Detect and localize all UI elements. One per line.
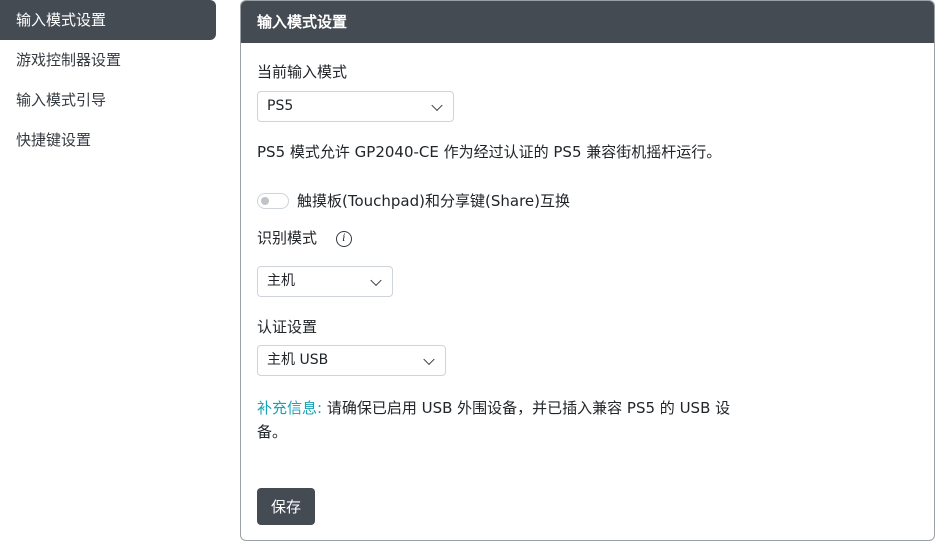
touchpad-share-toggle-label: 触摸板(Touchpad)和分享键(Share)互换 [297, 192, 570, 210]
touchpad-share-switch[interactable] [257, 192, 289, 209]
current-mode-label: 当前输入模式 [257, 63, 348, 81]
info-circle-icon[interactable]: i [335, 230, 352, 247]
identify-mode-label: 识别模式 [257, 229, 318, 247]
current-mode-select[interactable]: PS5 [257, 91, 454, 122]
note-text: 请确保已启用 USB 外围设备，并已插入兼容 PS5 的 USB 设备。 [257, 399, 731, 441]
chevron-down-icon [423, 353, 435, 365]
mode-description: PS5 模式允许 GP2040-CE 作为经过认证的 PS5 兼容街机摇杆运行。 [257, 143, 722, 161]
identify-mode-label-row: 识别模式 i [257, 227, 352, 248]
identify-mode-select[interactable]: 主机 [257, 266, 393, 297]
card-title: 输入模式设置 [241, 1, 934, 43]
chevron-down-icon [370, 274, 382, 286]
additional-info-note: 补充信息: 请确保已启用 USB 外围设备，并已插入兼容 PS5 的 USB 设… [257, 396, 757, 444]
current-mode-value: PS5 [267, 98, 294, 114]
input-mode-card: 输入模式设置 当前输入模式 PS5 PS5 模式允许 GP2040-CE 作为经… [240, 0, 935, 541]
auth-settings-label: 认证设置 [257, 318, 318, 336]
sidebar-item-input-mode-settings[interactable]: 输入模式设置 [0, 0, 216, 40]
identify-mode-value: 主机 [267, 273, 295, 289]
note-prefix: 补充信息: [257, 399, 323, 417]
sidebar-item-input-mode-guide[interactable]: 输入模式引导 [0, 80, 216, 120]
save-button[interactable]: 保存 [257, 488, 315, 525]
switch-knob [261, 196, 269, 205]
chevron-down-icon [431, 99, 443, 111]
sidebar-item-hotkey-settings[interactable]: 快捷键设置 [0, 120, 216, 160]
sidebar-item-gamepad-settings[interactable]: 游戏控制器设置 [0, 40, 216, 80]
touchpad-share-toggle-row: 触摸板(Touchpad)和分享键(Share)互换 [257, 190, 570, 211]
auth-settings-select[interactable]: 主机 USB [257, 345, 446, 376]
auth-settings-value: 主机 USB [267, 352, 329, 368]
sidebar: 输入模式设置 游戏控制器设置 输入模式引导 快捷键设置 [0, 0, 216, 160]
